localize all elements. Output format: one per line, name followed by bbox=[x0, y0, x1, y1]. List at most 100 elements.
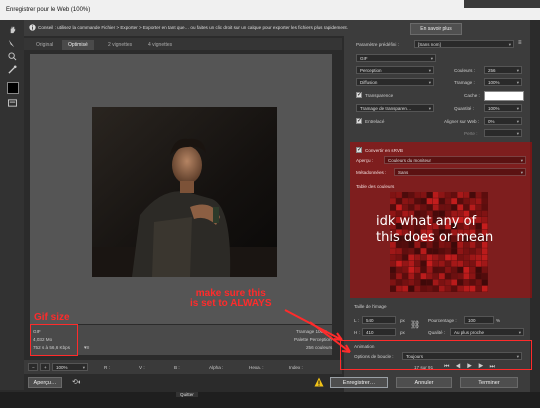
color-swatch[interactable] bbox=[420, 254, 427, 261]
metadata-select[interactable]: Sans ▾ bbox=[394, 168, 526, 176]
height-field[interactable]: 410 bbox=[362, 328, 396, 336]
color-swatch[interactable] bbox=[481, 254, 488, 261]
color-swatch[interactable] bbox=[414, 192, 421, 198]
color-swatch[interactable] bbox=[475, 204, 482, 211]
color-swatch[interactable] bbox=[432, 248, 439, 255]
lossy-field[interactable]: ▾ bbox=[484, 129, 522, 137]
zoom-in-button[interactable]: + bbox=[40, 363, 50, 371]
color-swatch[interactable] bbox=[414, 279, 421, 286]
color-swatch[interactable] bbox=[481, 285, 488, 292]
color-swatch[interactable] bbox=[402, 198, 408, 205]
color-swatch[interactable] bbox=[481, 260, 488, 267]
color-swatch[interactable] bbox=[420, 285, 427, 292]
color-swatch[interactable] bbox=[457, 273, 464, 280]
color-swatch[interactable] bbox=[408, 248, 415, 255]
color-swatch[interactable] bbox=[445, 279, 451, 286]
color-swatch[interactable] bbox=[432, 279, 439, 286]
color-swatch[interactable] bbox=[420, 273, 427, 280]
color-swatch[interactable] bbox=[469, 260, 476, 267]
cancel-button[interactable]: Annuler bbox=[396, 377, 452, 388]
color-swatch[interactable] bbox=[439, 267, 445, 273]
zoom-select[interactable]: 100% ▾ bbox=[52, 363, 88, 371]
color-swatch[interactable] bbox=[451, 192, 457, 198]
color-swatch[interactable] bbox=[396, 198, 402, 205]
transparency-dither-select[interactable]: Tramage de transparen… ▾ bbox=[356, 104, 434, 112]
color-swatch[interactable] bbox=[390, 248, 396, 255]
color-swatch[interactable] bbox=[414, 254, 421, 261]
color-swatch[interactable] bbox=[390, 279, 396, 286]
color-swatch[interactable] bbox=[457, 285, 464, 292]
color-swatch[interactable] bbox=[426, 204, 433, 211]
color-swatch[interactable] bbox=[445, 192, 451, 198]
color-swatch[interactable] bbox=[439, 273, 445, 280]
color-swatch[interactable] bbox=[475, 248, 482, 255]
color-swatch[interactable] bbox=[402, 204, 408, 211]
hand-tool-icon[interactable] bbox=[7, 24, 17, 34]
color-swatch[interactable] bbox=[414, 267, 421, 273]
color-swatch[interactable] bbox=[426, 267, 433, 273]
color-swatch[interactable] bbox=[432, 273, 439, 280]
quit-menu-item[interactable]: Quitter bbox=[176, 392, 198, 397]
color-swatch[interactable] bbox=[457, 254, 464, 261]
color-swatch[interactable] bbox=[475, 254, 482, 261]
color-swatch[interactable] bbox=[475, 267, 482, 273]
color-swatch[interactable] bbox=[463, 260, 470, 267]
color-swatch[interactable] bbox=[451, 198, 457, 205]
color-swatch[interactable] bbox=[408, 254, 415, 261]
color-swatch[interactable] bbox=[451, 279, 457, 286]
color-swatch[interactable] bbox=[481, 248, 488, 255]
color-swatch[interactable] bbox=[463, 279, 470, 286]
color-swatch[interactable] bbox=[469, 254, 476, 261]
color-swatch[interactable] bbox=[408, 279, 415, 286]
tab-4-up[interactable]: 4 vignettes bbox=[142, 40, 178, 50]
color-swatch[interactable] bbox=[414, 273, 421, 280]
color-swatch[interactable] bbox=[414, 248, 421, 255]
color-swatch[interactable] bbox=[390, 192, 396, 198]
toggle-slices-visibility-icon[interactable] bbox=[7, 98, 17, 108]
color-swatch[interactable] bbox=[463, 198, 470, 205]
color-swatch[interactable] bbox=[402, 267, 408, 273]
save-button[interactable]: Enregistrer… bbox=[330, 377, 388, 388]
matte-color-swatch[interactable] bbox=[484, 91, 524, 101]
color-swatch[interactable] bbox=[463, 273, 470, 280]
color-swatch[interactable] bbox=[439, 204, 445, 211]
color-swatch[interactable] bbox=[439, 279, 445, 286]
tab-2-up[interactable]: 2 vignettes bbox=[102, 40, 138, 50]
color-swatch[interactable] bbox=[408, 285, 415, 292]
color-swatch[interactable] bbox=[414, 204, 421, 211]
color-swatch[interactable] bbox=[481, 198, 488, 205]
color-swatch[interactable] bbox=[463, 192, 470, 198]
learn-more-button[interactable]: En savoir plus bbox=[410, 23, 462, 35]
done-button[interactable]: Terminer bbox=[460, 377, 518, 388]
color-swatch[interactable] bbox=[439, 260, 445, 267]
color-swatch[interactable] bbox=[432, 254, 439, 261]
color-swatch[interactable] bbox=[426, 198, 433, 205]
color-swatch[interactable] bbox=[457, 267, 464, 273]
color-swatch[interactable] bbox=[408, 267, 415, 273]
color-swatch[interactable] bbox=[463, 204, 470, 211]
eyedropper-tool-icon[interactable] bbox=[7, 64, 17, 74]
color-swatch[interactable] bbox=[390, 285, 396, 292]
color-swatch[interactable] bbox=[396, 279, 402, 286]
color-swatch[interactable] bbox=[469, 248, 476, 255]
color-swatch[interactable] bbox=[426, 279, 433, 286]
constrain-proportions-icon[interactable]: ⛓ bbox=[410, 320, 420, 329]
color-swatch[interactable] bbox=[390, 204, 396, 211]
color-swatch[interactable] bbox=[402, 273, 408, 280]
color-swatch[interactable] bbox=[426, 192, 433, 198]
color-swatch[interactable] bbox=[432, 267, 439, 273]
percent-field[interactable]: 100 bbox=[464, 316, 494, 324]
browser-preview-icon[interactable]: ⟲◐ bbox=[72, 378, 82, 386]
color-swatch[interactable] bbox=[408, 273, 415, 280]
color-swatch[interactable] bbox=[457, 198, 464, 205]
color-swatch[interactable] bbox=[481, 204, 488, 211]
color-swatch[interactable] bbox=[414, 285, 421, 292]
color-swatch[interactable] bbox=[408, 192, 415, 198]
color-swatch[interactable] bbox=[408, 198, 415, 205]
color-swatch[interactable] bbox=[439, 198, 445, 205]
color-swatch[interactable] bbox=[439, 285, 445, 292]
color-swatch[interactable] bbox=[426, 260, 433, 267]
zoom-tool-icon[interactable] bbox=[7, 51, 17, 61]
color-swatch[interactable] bbox=[445, 267, 451, 273]
color-swatch[interactable] bbox=[390, 260, 396, 267]
